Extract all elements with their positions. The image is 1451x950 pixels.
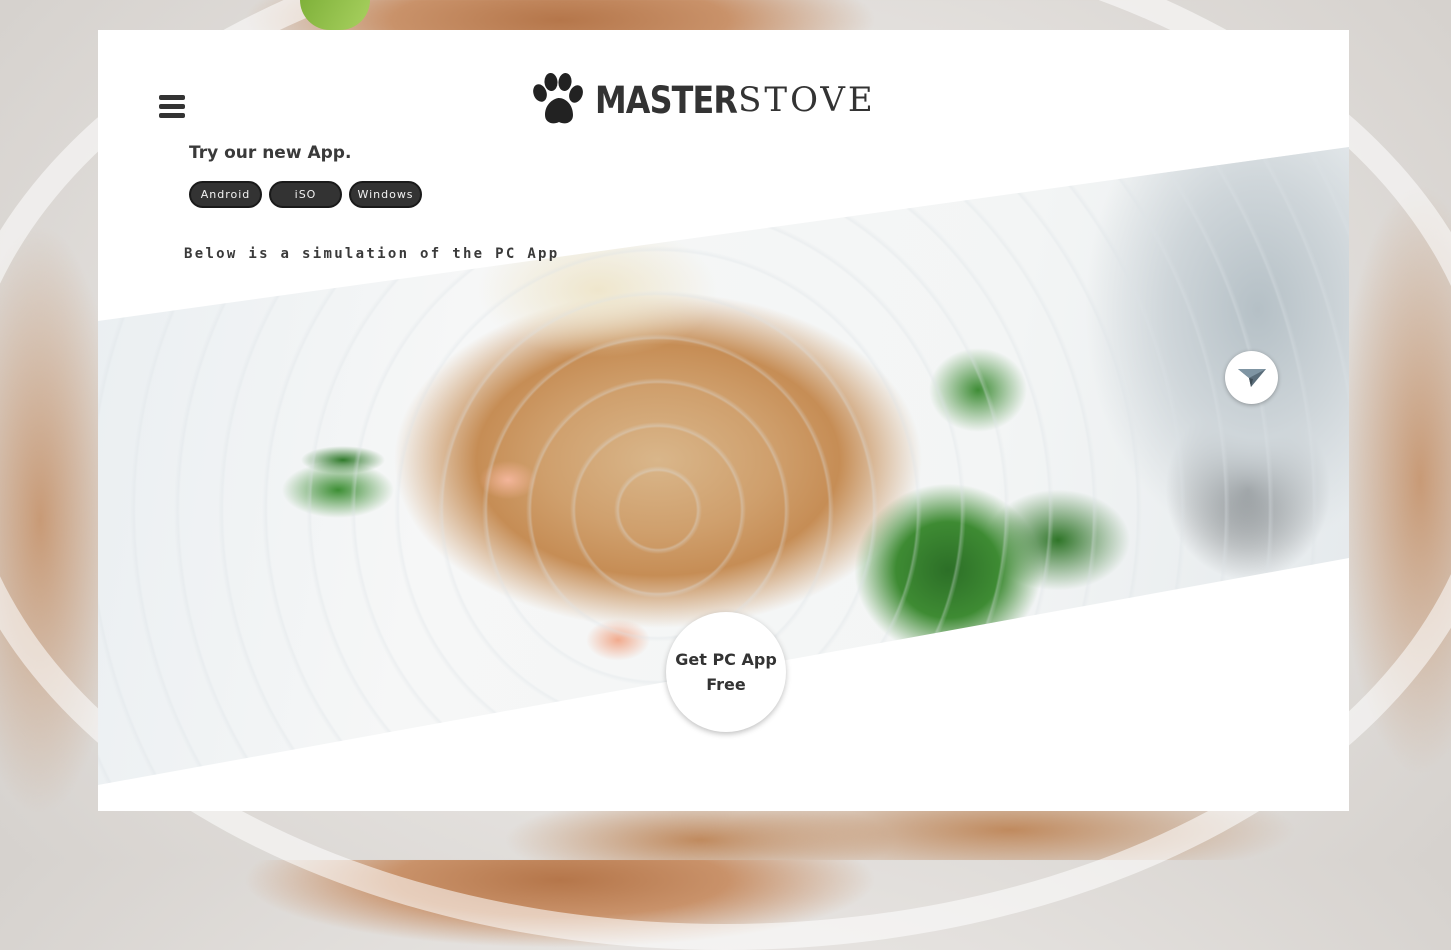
cta-line-1: Get PC App [675, 650, 777, 669]
get-pc-app-button[interactable]: Get PC App Free [666, 612, 786, 732]
android-button[interactable]: Android [189, 181, 262, 208]
paper-plane-icon [1237, 368, 1266, 387]
app-store-buttons: Android iSO Windows [189, 181, 422, 208]
hamburger-menu-icon[interactable] [159, 95, 185, 119]
brand-name-light: STOVE [738, 80, 876, 120]
ios-button[interactable]: iSO [269, 181, 342, 208]
try-app-text: Try our new App. [189, 143, 352, 163]
app-card: MASTER STOVE Try our new App. Android iS… [98, 30, 1349, 811]
brand-name-bold: MASTER [595, 78, 738, 122]
windows-button[interactable]: Windows [349, 181, 422, 208]
cta-line-2: Free [706, 675, 746, 694]
simulation-caption: Below is a simulation of the PC App [184, 246, 560, 262]
brand-logo[interactable]: MASTER STOVE [531, 70, 876, 130]
send-button[interactable] [1225, 351, 1278, 404]
paw-icon [533, 73, 583, 124]
background-garnish [300, 0, 370, 30]
